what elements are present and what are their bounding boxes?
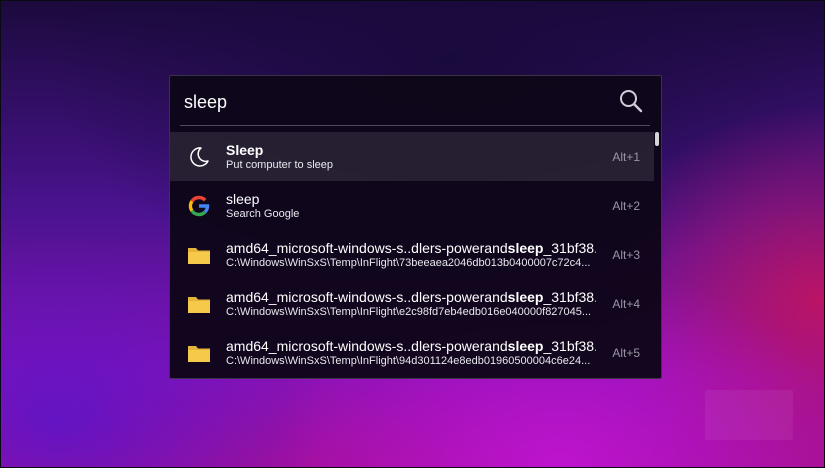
result-title: amd64_microsoft-windows-s..dlers-poweran… xyxy=(226,338,596,354)
folder-icon xyxy=(186,340,212,366)
google-icon xyxy=(186,193,212,219)
search-bar xyxy=(170,76,661,126)
folder-icon xyxy=(186,291,212,317)
result-shortcut: Alt+2 xyxy=(612,199,640,213)
result-title: amd64_microsoft-windows-s..dlers-poweran… xyxy=(226,289,596,305)
results-scrollbar[interactable] xyxy=(654,132,660,378)
launcher-window: Sleep Put computer to sleep Alt+1 sleep … xyxy=(169,75,662,379)
result-item-folder[interactable]: amd64_microsoft-windows-s..dlers-poweran… xyxy=(170,230,654,279)
result-subtitle: C:\Windows\WinSxS\Temp\InFlight\73beeaea… xyxy=(226,257,591,269)
result-subtitle: C:\Windows\WinSxS\Temp\InFlight\94d30112… xyxy=(226,355,591,367)
result-item-sleep[interactable]: Sleep Put computer to sleep Alt+1 xyxy=(170,132,654,181)
search-icon[interactable] xyxy=(617,87,645,115)
search-input[interactable] xyxy=(184,88,604,116)
result-subtitle: C:\Windows\WinSxS\Temp\InFlight\e2c98fd7… xyxy=(226,306,592,318)
result-shortcut: Alt+4 xyxy=(612,297,640,311)
search-divider xyxy=(180,125,650,126)
result-subtitle: Put computer to sleep xyxy=(226,159,334,171)
result-item-google[interactable]: sleep Search Google Alt+2 xyxy=(170,181,654,230)
folder-icon xyxy=(186,242,212,268)
result-item-folder[interactable]: amd64_microsoft-windows-s..dlers-poweran… xyxy=(170,328,654,377)
background-window-ghost xyxy=(705,390,793,440)
result-shortcut: Alt+3 xyxy=(612,248,640,262)
result-item-folder[interactable]: amd64_microsoft-windows-s..dlers-poweran… xyxy=(170,279,654,328)
moon-icon xyxy=(186,144,212,170)
results-list: Sleep Put computer to sleep Alt+1 sleep … xyxy=(170,132,654,378)
result-shortcut: Alt+5 xyxy=(612,346,640,360)
scrollbar-thumb[interactable] xyxy=(655,132,659,146)
result-shortcut: Alt+1 xyxy=(612,150,640,164)
result-title: Sleep xyxy=(226,142,264,158)
result-subtitle: Search Google xyxy=(226,208,300,220)
result-title: amd64_microsoft-windows-s..dlers-poweran… xyxy=(226,240,596,256)
result-title: sleep xyxy=(226,191,260,207)
